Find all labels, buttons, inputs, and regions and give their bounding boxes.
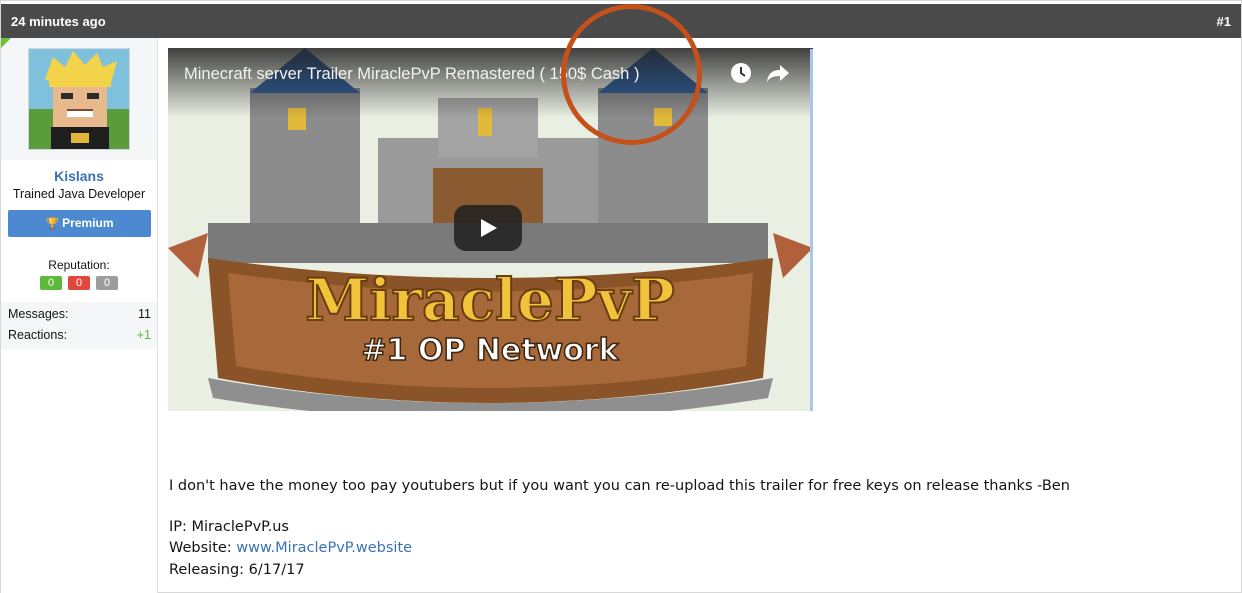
- post-message: I don't have the money too pay youtubers…: [169, 478, 1070, 494]
- user-title: Trained Java Developer: [12, 187, 146, 201]
- reputation-negative: 0: [68, 276, 90, 290]
- stat-value: +1: [136, 328, 151, 342]
- forum-post: 24 minutes ago #1 Kislans Trained Java D…: [0, 0, 1242, 593]
- user-avatar[interactable]: [28, 48, 130, 150]
- annotation-circle: [561, 4, 702, 145]
- post-content: MiraclePvP #1 OP Network Minecraft serve…: [158, 38, 1241, 593]
- premium-label: Premium: [62, 216, 114, 230]
- release-label: Releasing:: [169, 562, 249, 578]
- stat-value: 11: [138, 307, 151, 321]
- website-label: Website:: [169, 540, 237, 556]
- trophy-icon: 🏆: [45, 218, 60, 230]
- watch-later-icon[interactable]: [730, 62, 752, 89]
- user-stats: Messages: 11 Reactions: +1: [1, 302, 157, 349]
- post-time[interactable]: 24 minutes ago: [11, 14, 106, 29]
- online-indicator: [1, 38, 11, 48]
- video-border: [810, 49, 813, 411]
- play-icon: [481, 219, 497, 237]
- post-number-link[interactable]: #1: [1217, 14, 1231, 29]
- post-ip-line: IP: MiraclePvP.us: [169, 519, 289, 535]
- website-link[interactable]: www.MiraclePvP.website: [236, 540, 412, 556]
- video-logo-subtext: #1 OP Network: [361, 333, 619, 368]
- video-embed[interactable]: MiraclePvP #1 OP Network Minecraft serve…: [168, 48, 813, 411]
- ip-label: IP:: [169, 519, 192, 535]
- share-icon[interactable]: [766, 62, 790, 89]
- ip-value: MiraclePvP.us: [191, 519, 289, 535]
- reputation-positive: 0: [40, 276, 62, 290]
- reputation-label: Reputation:: [48, 258, 110, 272]
- post-website-line: Website: www.MiraclePvP.website: [169, 540, 412, 556]
- stat-label: Reactions:: [8, 328, 68, 342]
- video-logo-text: MiraclePvP: [305, 266, 675, 334]
- reputation-badges: 0 0 0: [1, 276, 157, 290]
- user-info-column: Kislans Trained Java Developer 🏆 Premium …: [1, 38, 158, 593]
- username-link[interactable]: Kislans: [1, 168, 157, 184]
- avatar-area: [1, 38, 157, 160]
- post-release-line: Releasing: 6/17/17: [169, 562, 305, 578]
- stat-label: Messages:: [8, 307, 69, 321]
- reputation-neutral: 0: [96, 276, 118, 290]
- release-date: 6/17/17: [248, 562, 305, 578]
- play-button[interactable]: [454, 205, 522, 251]
- premium-banner: 🏆 Premium: [8, 210, 151, 237]
